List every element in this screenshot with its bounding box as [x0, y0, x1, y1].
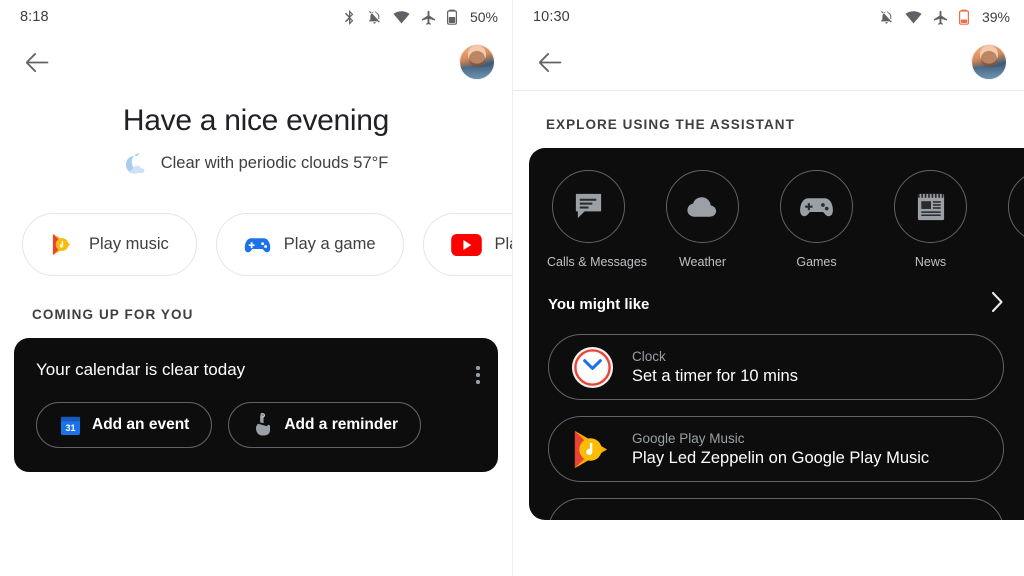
- chevron-right-icon[interactable]: [991, 291, 1004, 318]
- airplane-mode-icon: [933, 10, 948, 25]
- weather-row: Clear with periodic clouds 57°F: [0, 150, 512, 177]
- category-partial[interactable]: [1003, 170, 1024, 269]
- calendar-card-title: Your calendar is clear today: [36, 360, 246, 379]
- suggestion-text: Google Play Music Play Led Zeppelin on G…: [632, 431, 929, 468]
- battery-percent: 39%: [981, 9, 1010, 25]
- battery-percent: 50%: [469, 9, 498, 25]
- suggestion-query: Play Led Zeppelin on Google Play Music: [632, 448, 930, 467]
- airplane-mode-icon: [421, 10, 436, 25]
- category-weather[interactable]: Weather: [661, 170, 744, 269]
- crescent-moon-icon: [125, 152, 145, 174]
- status-bar-left: 8:18 50%: [0, 0, 512, 34]
- gamepad-icon: [244, 231, 271, 258]
- category-label: Games: [796, 255, 837, 269]
- calendar-31-icon: 31: [59, 414, 81, 436]
- status-time: 8:18: [20, 9, 49, 25]
- back-arrow-icon[interactable]: [535, 47, 565, 77]
- suggestion-app-name: Clock: [632, 348, 666, 364]
- explore-card: Calls & Messages Weather Games News You …: [529, 148, 1024, 520]
- back-arrow-icon[interactable]: [22, 47, 52, 77]
- category-label: News: [914, 255, 947, 269]
- battery-icon: [446, 9, 457, 25]
- status-icon-group: 39%: [879, 9, 1010, 25]
- battery-low-icon: [958, 9, 969, 25]
- chip-play-music[interactable]: Play music: [22, 213, 197, 276]
- calendar-card-actions: 31 Add an event Add a reminder: [36, 402, 476, 448]
- partial-category-icon: [1008, 170, 1024, 243]
- suggestion-app-name: Google Play Music: [632, 430, 745, 446]
- status-time: 10:30: [533, 9, 570, 25]
- section-header-explore: EXPLORE USING THE ASSISTANT: [546, 117, 795, 132]
- clock-icon: [569, 344, 615, 390]
- chip-label: Play a game: [283, 235, 376, 253]
- chip-label: Pla: [494, 235, 513, 253]
- chip-play-a-video[interactable]: Pla: [422, 213, 513, 276]
- overflow-menu-icon[interactable]: [476, 366, 480, 384]
- category-news[interactable]: News: [889, 170, 972, 269]
- suggestion-query: Set a timer for 10 mins: [632, 366, 798, 385]
- youtube-icon: [450, 233, 482, 256]
- left-screen: 8:18 50% Have a nice evening Clear with …: [0, 0, 512, 576]
- newspaper-icon: [894, 170, 967, 243]
- greeting-block: Have a nice evening Clear with periodic …: [0, 104, 512, 177]
- right-screen: 10:30 39% EXPLORE USING THE ASSISTANT Ca…: [512, 0, 1024, 576]
- mute-icon: [369, 10, 380, 23]
- reminder-finger-icon: [251, 413, 273, 437]
- chip-play-a-game[interactable]: Play a game: [215, 213, 404, 276]
- chat-bubble-icon: [552, 170, 625, 243]
- section-header-coming-up: COMING UP FOR YOU: [32, 307, 194, 322]
- chip-label: Play music: [89, 235, 169, 253]
- category-label: Calls & Messages: [547, 255, 648, 269]
- bluetooth-icon: [344, 9, 354, 25]
- category-row[interactable]: Calls & Messages Weather Games News: [529, 170, 1024, 269]
- button-label: Add a reminder: [284, 416, 399, 433]
- category-calls-messages[interactable]: Calls & Messages: [547, 170, 648, 269]
- add-a-reminder-button[interactable]: Add a reminder: [228, 402, 422, 448]
- avatar[interactable]: [460, 45, 494, 79]
- google-play-music-icon: [50, 232, 76, 258]
- status-bar-right: 10:30 39%: [513, 0, 1024, 34]
- app-bar-left: [0, 34, 512, 90]
- wifi-icon: [905, 10, 922, 24]
- app-bar-right: [513, 34, 1024, 90]
- app-bar-divider: [513, 90, 1024, 91]
- calendar-card: Your calendar is clear today 31 Add an e…: [14, 338, 498, 472]
- page-title: Have a nice evening: [122, 104, 390, 137]
- mute-icon: [881, 10, 892, 23]
- you-might-like-row[interactable]: You might like: [548, 291, 1004, 318]
- gamepad-icon: [780, 170, 853, 243]
- cloud-icon: [666, 170, 739, 243]
- avatar[interactable]: [972, 45, 1006, 79]
- suggestion-text: Clock Set a timer for 10 mins: [632, 349, 798, 386]
- suggestion-card-partial[interactable]: [548, 498, 1004, 520]
- suggestion-card-clock[interactable]: Clock Set a timer for 10 mins: [548, 334, 1004, 400]
- suggestion-card-play-music[interactable]: Google Play Music Play Led Zeppelin on G…: [548, 416, 1004, 482]
- weather-text: Clear with periodic clouds 57°F: [160, 154, 389, 172]
- category-games[interactable]: Games: [775, 170, 858, 269]
- google-play-music-icon: [569, 426, 615, 472]
- svg-text:31: 31: [65, 423, 75, 433]
- add-an-event-button[interactable]: 31 Add an event: [36, 402, 213, 448]
- category-label: Weather: [678, 255, 726, 269]
- button-label: Add an event: [92, 416, 190, 433]
- suggestion-chip-row[interactable]: Play music Play a game Pla: [0, 213, 512, 276]
- status-icon-group: 50%: [343, 9, 498, 25]
- you-might-like-label: You might like: [548, 296, 650, 313]
- wifi-icon: [393, 10, 410, 24]
